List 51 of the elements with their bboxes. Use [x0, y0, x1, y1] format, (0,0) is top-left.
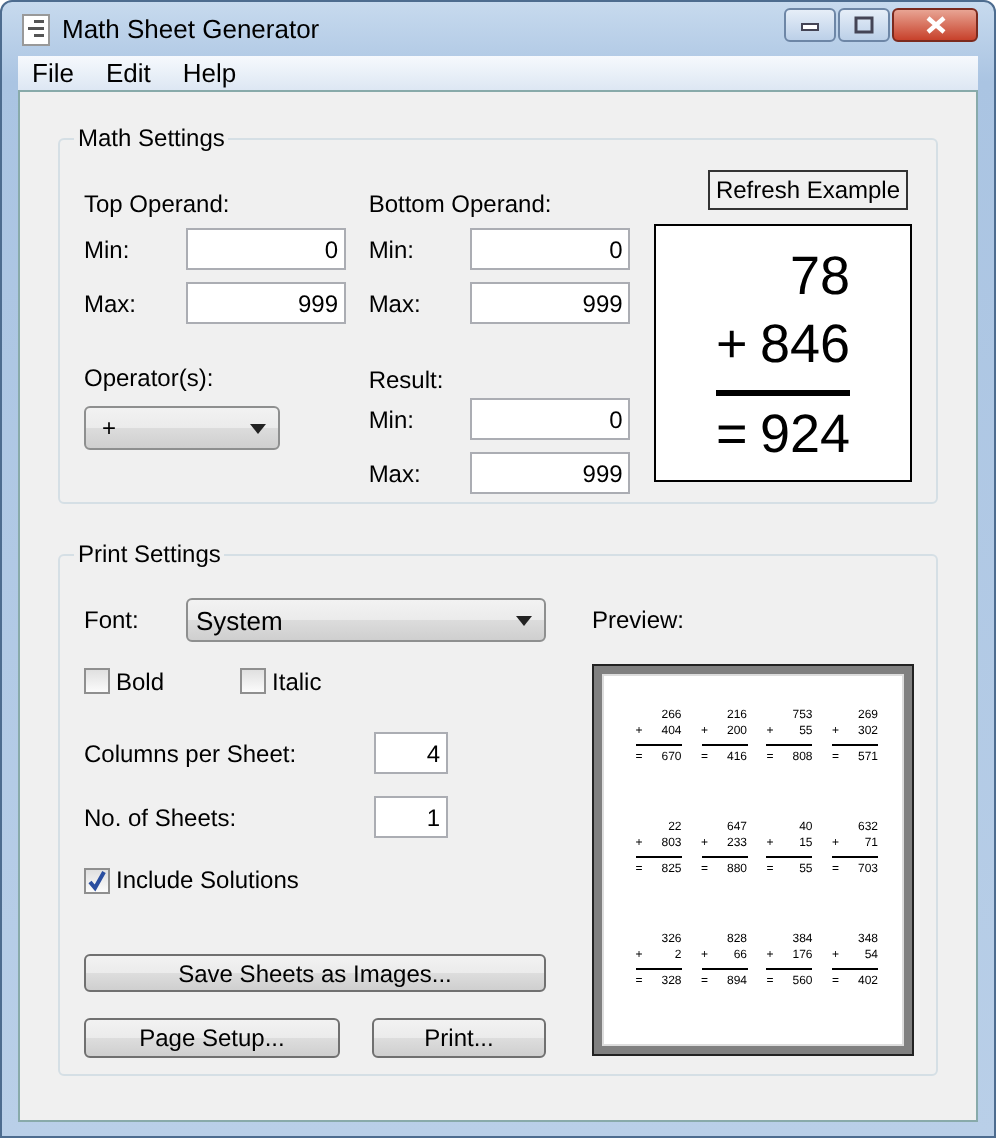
refresh-example-button[interactable]: Refresh Example	[708, 170, 908, 210]
field-label: Max:	[368, 459, 423, 487]
maximize-icon	[854, 16, 874, 34]
input-field[interactable]: 0	[470, 398, 631, 440]
input-field[interactable]: 4	[374, 732, 448, 774]
bold-checkbox[interactable]: Bold	[84, 667, 165, 695]
example-operator: +	[716, 312, 748, 378]
field-label: Max:	[84, 289, 139, 317]
print-button[interactable]: Print...	[372, 1018, 546, 1058]
field-label: Top Operand:	[84, 188, 232, 220]
operator-dropdown[interactable]: +	[84, 406, 280, 450]
field-label: Max:	[368, 289, 423, 317]
field-label: Columns per Sheet:	[84, 739, 299, 767]
italic-checkbox[interactable]: Italic	[240, 667, 322, 695]
field-label: Min:	[368, 235, 416, 263]
minimize-icon	[800, 19, 820, 31]
example-number: 846	[759, 312, 850, 378]
group-title: Math Settings	[74, 124, 229, 154]
include-solutions-checkbox[interactable]: Include Solutions	[84, 866, 546, 894]
dropdown-arrow-icon	[250, 423, 266, 433]
dropdown-arrow-icon	[516, 615, 532, 625]
field-label: Min:	[84, 235, 132, 263]
example-number: 78	[789, 244, 850, 310]
field-label: Result:	[368, 364, 446, 396]
maximize-button[interactable]	[838, 8, 890, 42]
input-field[interactable]: 1	[374, 796, 448, 838]
close-button[interactable]	[892, 8, 978, 42]
font-dropdown[interactable]: System	[186, 598, 546, 642]
close-icon	[923, 16, 947, 34]
field-label: Min:	[368, 405, 416, 433]
menu-item[interactable]: File	[26, 58, 90, 88]
minimize-button[interactable]	[784, 8, 836, 42]
input-field[interactable]: 999	[470, 452, 631, 494]
group-title: Print Settings	[74, 540, 225, 570]
example-result: 924	[759, 402, 850, 468]
save-images-button[interactable]: Save Sheets as Images...	[84, 954, 546, 992]
preview-label: Preview:	[592, 604, 687, 636]
field-label: Operator(s):	[84, 362, 216, 394]
field-label: Bottom Operand:	[368, 188, 554, 220]
window-title: Math Sheet Generator	[62, 14, 320, 44]
menu-item[interactable]: Help	[176, 58, 253, 88]
field-label: Font:	[84, 606, 141, 634]
page-setup-button[interactable]: Page Setup...	[84, 1018, 340, 1058]
input-field[interactable]: 999	[470, 282, 631, 324]
input-field[interactable]: 0	[470, 228, 631, 270]
field-label: No. of Sheets:	[84, 803, 239, 831]
input-field[interactable]: 0	[186, 228, 346, 270]
input-field[interactable]: 999	[186, 282, 346, 324]
app-icon	[22, 13, 50, 45]
example-equals: =	[716, 402, 748, 468]
menu-item[interactable]: Edit	[99, 58, 167, 88]
